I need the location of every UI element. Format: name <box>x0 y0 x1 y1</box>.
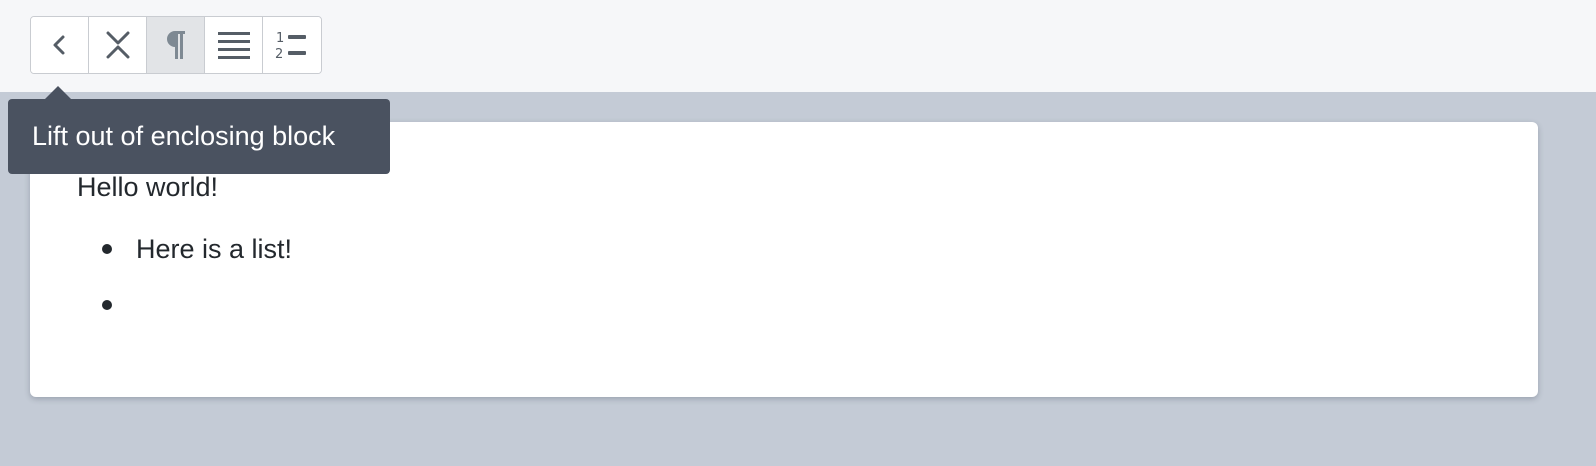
bullet-icon <box>102 244 112 254</box>
bullet-icon <box>102 300 112 310</box>
paragraph-button[interactable] <box>147 17 205 73</box>
collapse-button[interactable] <box>89 17 147 73</box>
align-justify-button[interactable] <box>205 17 263 73</box>
svg-text:2: 2 <box>275 47 283 61</box>
block-toolbar: 1 2 <box>30 16 322 74</box>
tooltip-arrow <box>44 86 72 100</box>
collapse-icon <box>104 29 132 61</box>
svg-text:1: 1 <box>276 31 284 46</box>
ordered-list-button[interactable]: 1 2 <box>263 17 321 73</box>
list-item[interactable]: Here is a list! <box>102 234 292 290</box>
tooltip: Lift out of enclosing block <box>8 99 390 174</box>
paragraph-block[interactable]: Hello world! <box>77 172 218 202</box>
list-block[interactable]: Here is a list! <box>102 234 292 346</box>
tooltip-text: Lift out of enclosing block <box>32 121 336 151</box>
list-item[interactable] <box>102 290 292 346</box>
chevron-left-icon <box>50 33 70 57</box>
outdent-button[interactable] <box>31 17 89 73</box>
justify-lines-icon <box>217 31 250 59</box>
pilcrow-icon <box>163 29 189 61</box>
numbered-list-icon: 1 2 <box>275 29 309 61</box>
list-item-text[interactable]: Here is a list! <box>136 234 292 264</box>
